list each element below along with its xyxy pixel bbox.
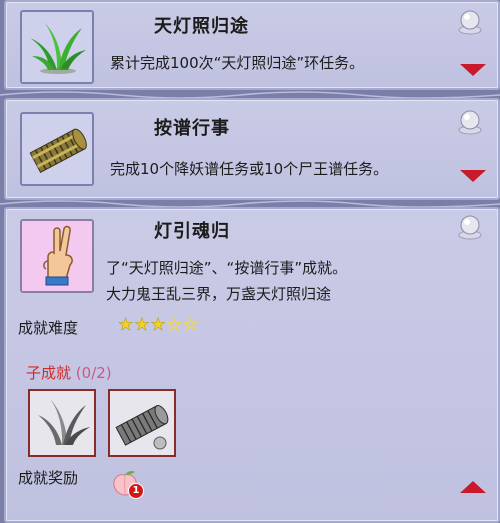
star-empty-icon: ☆ <box>182 315 200 336</box>
reward-label: 成就奖励 <box>18 469 79 487</box>
sub-achievements-header: 子成就 (0/2) <box>26 362 112 383</box>
bamboo-scroll-icon <box>110 391 174 455</box>
bamboo-scroll-icon <box>20 112 94 186</box>
achievement-description: 累计完成100次“天灯照归途”环任务。 <box>110 54 365 72</box>
star-filled-icon: ★ <box>118 315 135 336</box>
achievement-card-1[interactable]: 天灯照归途 累计完成100次“天灯照归途”环任务。 <box>4 0 500 90</box>
difficulty-label: 成就难度 <box>18 319 79 337</box>
expand-arrow-icon[interactable] <box>460 64 486 76</box>
reward-item[interactable]: 1 <box>110 469 144 499</box>
expand-arrow-icon[interactable] <box>460 170 486 182</box>
achievement-description-line-1: 了“天灯照归途”、“按谱行事”成就。 <box>106 259 348 277</box>
achievement-card-3[interactable]: 灯引魂归 了“天灯照归途”、“按谱行事”成就。 大力鬼王乱三界，万盏天灯照归途 … <box>4 207 500 523</box>
achievement-card-2[interactable]: 按谱行事 完成10个降妖谱任务或10个尸王谱任务。 <box>4 98 500 200</box>
difficulty-stars: ★★★☆☆ <box>118 315 200 336</box>
pearl-icon <box>458 110 482 135</box>
reward-count-badge: 1 <box>128 483 144 499</box>
achievement-description-line-2: 大力鬼王乱三界，万盏天灯照归途 <box>106 285 332 303</box>
sub-achievements-label: 子成就 <box>26 364 72 382</box>
achievement-title: 按谱行事 <box>154 118 230 139</box>
achievement-title: 灯引魂归 <box>154 221 230 242</box>
sub-achievement-bamboo-scroll[interactable] <box>108 389 176 457</box>
achievement-description: 完成10个降妖谱任务或10个尸王谱任务。 <box>110 160 389 178</box>
grass-icon <box>30 391 94 455</box>
victory-hand-icon <box>20 219 94 293</box>
star-filled-icon: ★ <box>150 315 167 336</box>
sub-achievement-grass[interactable] <box>28 389 96 457</box>
sub-achievements-progress: (0/2) <box>75 364 112 382</box>
star-empty-icon: ☆ <box>166 315 183 336</box>
pearl-icon <box>458 215 482 240</box>
achievement-title: 天灯照归途 <box>154 16 249 37</box>
grass-icon <box>20 10 94 84</box>
collapse-arrow-icon[interactable] <box>460 481 486 493</box>
star-filled-icon: ★ <box>134 315 151 336</box>
pearl-icon <box>458 10 482 35</box>
